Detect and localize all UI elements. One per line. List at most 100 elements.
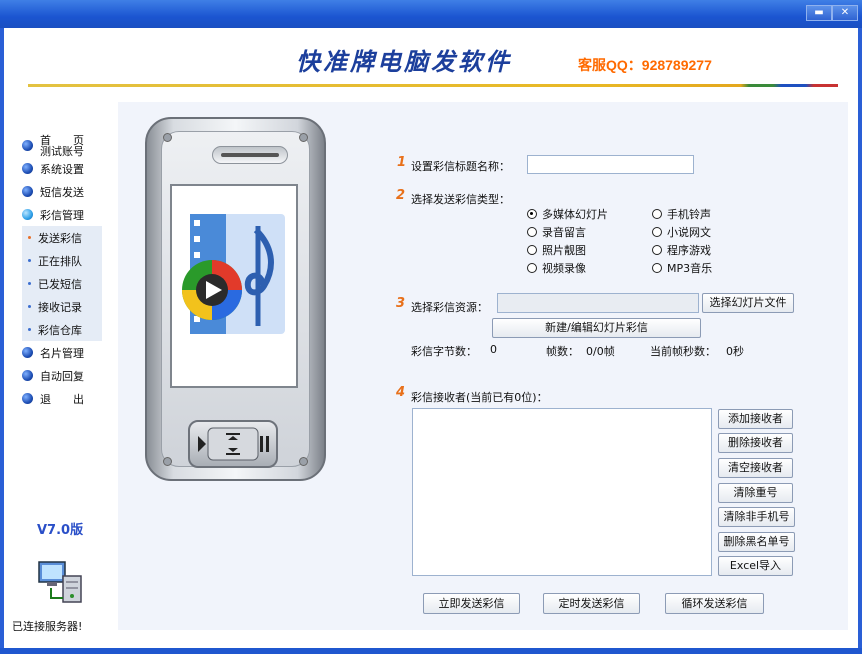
step-3-number: 3 <box>396 296 406 311</box>
service-qq: 客服QQ：928789277 <box>578 57 712 73</box>
sidebar-subitem-warehouse[interactable]: 彩信仓库 <box>22 318 102 341</box>
playback-controls-icon <box>198 427 269 461</box>
scheduled-send-button[interactable]: 定时发送彩信 <box>543 593 640 614</box>
sidebar-item-exit[interactable]: 退 出 <box>22 387 104 410</box>
mms-type-label: 选择发送彩信类型： <box>411 193 510 206</box>
radio-icon <box>652 227 662 237</box>
delete-recipient-button[interactable]: 删除接收者 <box>718 433 793 453</box>
create-edit-slideshow-button[interactable]: 新建/编辑幻灯片彩信 <box>492 318 701 338</box>
type-novel-radio[interactable]: 小说网文 <box>652 224 711 240</box>
window-frame-left <box>0 28 4 648</box>
remove-blacklist-button[interactable]: 删除黑名单号 <box>718 532 795 552</box>
sidebar-item-label: 退 出 <box>40 392 84 406</box>
bullet-icon <box>28 328 31 331</box>
frames-value: 0/0帧 <box>586 345 615 358</box>
recipients-label: 彩信接收者(当前已有0位)： <box>411 391 548 404</box>
minimize-button[interactable]: ▬ <box>806 5 832 21</box>
loop-send-button[interactable]: 循环发送彩信 <box>665 593 764 614</box>
add-recipient-button[interactable]: 添加接收者 <box>718 409 793 429</box>
phone-controls <box>188 420 278 468</box>
type-voice-message-radio[interactable]: 录音留言 <box>527 224 586 240</box>
radio-icon <box>652 245 662 255</box>
header-divider <box>28 84 838 87</box>
seconds-label: 当前帧秒数： <box>650 345 716 358</box>
title-bar: ▬ ✕ <box>0 0 862 28</box>
sidebar-subitem-label: 正在排队 <box>38 254 82 268</box>
bullet-icon <box>28 236 31 239</box>
bullet-icon <box>28 305 31 308</box>
radio-icon <box>652 209 662 219</box>
phone-screen <box>170 184 298 388</box>
type-slideshow-radio[interactable]: 多媒体幻灯片 <box>527 206 608 222</box>
bullet-icon <box>22 370 33 381</box>
bullet-icon <box>22 393 33 404</box>
bullet-icon <box>22 209 33 220</box>
sidebar-item-label: 短信发送 <box>40 185 84 199</box>
radio-icon <box>527 263 537 273</box>
mms-resource-input[interactable] <box>497 293 699 313</box>
sidebar-item-cards[interactable]: 名片管理 <box>22 341 104 364</box>
screw-icon <box>299 457 308 466</box>
step-1-number: 1 <box>397 155 407 170</box>
type-ringtone-radio[interactable]: 手机铃声 <box>652 206 711 222</box>
sidebar-subitem-send-mms[interactable]: 发送彩信 <box>22 226 102 249</box>
server-status: 已连接服务器! <box>12 620 83 633</box>
type-mp3-radio[interactable]: MP3音乐 <box>652 260 712 276</box>
sidebar-submenu: 发送彩信 正在排队 已发短信 接收记录 彩信仓库 <box>22 226 102 341</box>
app-title: 快准牌电脑发软件 <box>296 47 512 76</box>
sidebar-item-label: 自动回复 <box>40 369 84 383</box>
screw-icon <box>163 133 172 142</box>
speaker-icon <box>212 146 288 164</box>
sidebar-subitem-received[interactable]: 接收记录 <box>22 295 102 318</box>
title-name-label: 设置彩信标题名称： <box>411 160 510 173</box>
radio-selected-icon <box>527 209 537 219</box>
excel-import-button[interactable]: Excel导入 <box>718 556 793 576</box>
sidebar-subitem-queue[interactable]: 正在排队 <box>22 249 102 272</box>
screw-icon <box>299 133 308 142</box>
sidebar-item-autoreply[interactable]: 自动回复 <box>22 364 104 387</box>
sidebar-item-sms[interactable]: 短信发送 <box>22 180 104 203</box>
seconds-value: 0秒 <box>726 345 744 358</box>
mms-title-input[interactable] <box>527 155 694 174</box>
radio-icon <box>652 263 662 273</box>
bullet-icon <box>22 347 33 358</box>
mms-resource-label: 选择彩信资源： <box>411 301 488 314</box>
type-game-radio[interactable]: 程序游戏 <box>652 242 711 258</box>
bullet-icon <box>28 259 31 262</box>
type-video-radio[interactable]: 视频录像 <box>527 260 586 276</box>
radio-icon <box>527 227 537 237</box>
bullet-icon <box>22 186 33 197</box>
sidebar-item-home[interactable]: 首 页 测试账号 <box>22 134 104 157</box>
bullet-icon <box>22 140 33 151</box>
sidebar-item-label: 系统设置 <box>40 162 84 176</box>
bytes-label: 彩信字节数： <box>411 345 477 358</box>
media-player-icon <box>182 214 285 334</box>
sidebar-subitem-label: 发送彩信 <box>38 231 82 245</box>
sidebar-item-mms[interactable]: 彩信管理 <box>22 203 104 226</box>
sidebar-subitem-label: 已发短信 <box>38 277 82 291</box>
type-photo-radio[interactable]: 照片靓图 <box>527 242 586 258</box>
sidebar-subitem-sent[interactable]: 已发短信 <box>22 272 102 295</box>
frames-label: 帧数： <box>546 345 579 358</box>
bullet-icon <box>28 282 31 285</box>
window-frame-right <box>858 28 862 648</box>
server-connection-icon <box>38 561 82 603</box>
bullet-icon <box>22 163 33 174</box>
recipients-list[interactable] <box>412 408 712 576</box>
remove-duplicates-button[interactable]: 清除重号 <box>718 483 793 503</box>
send-now-button[interactable]: 立即发送彩信 <box>423 593 520 614</box>
sidebar-subitem-label: 接收记录 <box>38 300 82 314</box>
sidebar-subitem-label: 彩信仓库 <box>38 323 82 337</box>
radio-icon <box>527 245 537 255</box>
close-button[interactable]: ✕ <box>832 5 858 21</box>
sidebar-item-label: 名片管理 <box>40 346 84 360</box>
bytes-value: 0 <box>490 343 497 356</box>
window-controls: ▬ ✕ <box>806 5 858 21</box>
window-frame-bottom <box>0 648 862 654</box>
choose-slideshow-file-button[interactable]: 选择幻灯片文件 <box>702 293 794 313</box>
remove-non-mobile-button[interactable]: 清除非手机号 <box>718 507 795 527</box>
step-2-number: 2 <box>396 188 406 203</box>
sidebar-item-settings[interactable]: 系统设置 <box>22 157 104 180</box>
clear-recipients-button[interactable]: 清空接收者 <box>718 458 793 478</box>
home-label: 首 页 <box>40 133 84 147</box>
